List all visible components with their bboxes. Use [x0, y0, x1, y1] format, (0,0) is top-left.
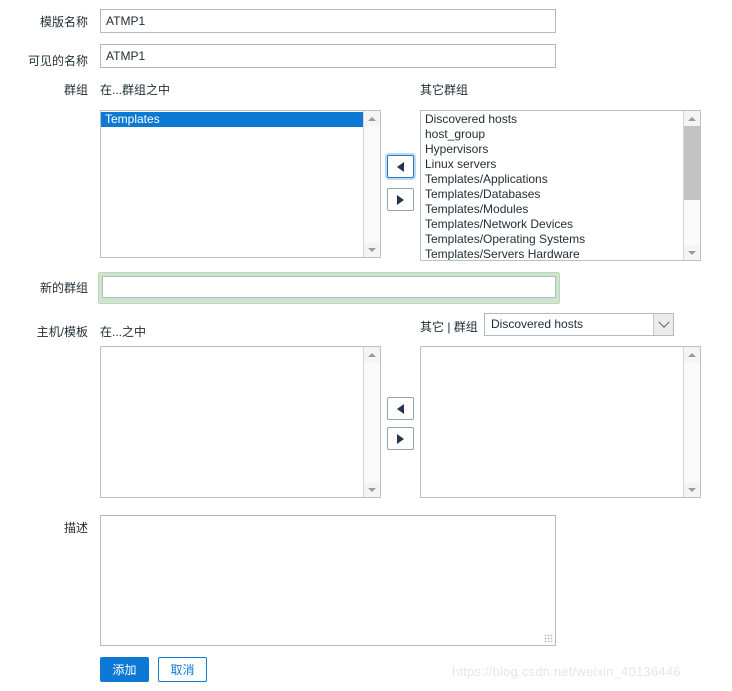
host-templates-group-select-value: Discovered hosts — [491, 317, 584, 331]
host-templates-move-left-button[interactable] — [387, 397, 414, 420]
description-textarea-value — [101, 516, 555, 522]
list-item[interactable]: Hypervisors — [421, 142, 683, 157]
list-item[interactable]: Templates/Operating Systems — [421, 232, 683, 247]
description-label: 描述 — [63, 521, 88, 535]
scroll-down-icon[interactable] — [684, 482, 700, 497]
new-group-field-wrapper — [98, 272, 560, 304]
scroll-track[interactable] — [684, 362, 700, 482]
scroll-down-icon[interactable] — [364, 482, 380, 497]
scroll-thumb[interactable] — [684, 126, 700, 200]
host-templates-move-right-button[interactable] — [387, 427, 414, 450]
new-group-label: 新的群组 — [39, 281, 88, 295]
list-item[interactable]: Linux servers — [421, 157, 683, 172]
list-item[interactable]: Templates/Databases — [421, 187, 683, 202]
resize-grip-icon[interactable] — [544, 634, 553, 643]
scroll-track[interactable] — [684, 126, 700, 245]
template-name-input[interactable]: ATMP1 — [100, 9, 556, 33]
other-groups-label: 其它群组 — [420, 83, 469, 97]
scroll-track[interactable] — [364, 362, 380, 482]
in-groups-scrollbar[interactable] — [363, 111, 380, 257]
in-groups-listbox[interactable]: Templates — [100, 110, 381, 258]
triangle-right-icon — [397, 194, 404, 205]
in-groups-label: 在...群组之中 — [100, 83, 171, 97]
host-templates-group-select[interactable]: Discovered hosts — [484, 313, 674, 336]
chevron-down-icon[interactable] — [653, 314, 673, 335]
list-item[interactable]: host_group — [421, 127, 683, 142]
groups-label: 群组 — [63, 83, 88, 97]
host-templates-label: 主机/模板 — [36, 325, 88, 339]
new-group-input[interactable] — [102, 276, 556, 298]
triangle-left-icon — [397, 403, 404, 414]
host-templates-other-label: 其它 | 群组 — [420, 320, 478, 334]
list-item[interactable]: Templates — [101, 112, 363, 127]
visible-name-input[interactable]: ATMP1 — [100, 44, 556, 68]
other-groups-scrollbar[interactable] — [683, 111, 700, 260]
submit-button[interactable]: 添加 — [100, 657, 149, 682]
scroll-down-icon[interactable] — [364, 242, 380, 257]
scroll-up-icon[interactable] — [364, 111, 380, 126]
list-item[interactable]: Templates/Applications — [421, 172, 683, 187]
template-create-form: 模版名称 ATMP1 可见的名称 ATMP1 群组 在...群组之中 其它群组 … — [0, 0, 732, 691]
host-templates-in-scrollbar[interactable] — [363, 347, 380, 497]
visible-name-label: 可见的名称 — [27, 54, 88, 68]
scroll-up-icon[interactable] — [684, 347, 700, 362]
host-templates-in-label: 在...之中 — [100, 325, 147, 339]
scroll-track[interactable] — [364, 126, 380, 242]
watermark-text: https://blog.csdn.net/weixin_40136446 — [452, 664, 681, 679]
scroll-up-icon[interactable] — [364, 347, 380, 362]
scroll-down-icon[interactable] — [684, 245, 700, 260]
cancel-button[interactable]: 取消 — [158, 657, 207, 682]
host-templates-other-scrollbar[interactable] — [683, 347, 700, 497]
triangle-left-icon — [397, 161, 404, 172]
list-item[interactable]: Templates/Network Devices — [421, 217, 683, 232]
list-item[interactable]: Templates/Modules — [421, 202, 683, 217]
host-templates-in-listbox[interactable] — [100, 346, 381, 498]
list-item[interactable]: Discovered hosts — [421, 112, 683, 127]
description-textarea[interactable] — [100, 515, 556, 646]
template-name-label: 模版名称 — [39, 15, 88, 29]
triangle-right-icon — [397, 433, 404, 444]
in-groups-options[interactable]: Templates — [101, 111, 363, 257]
host-templates-other-options[interactable] — [421, 347, 683, 497]
other-groups-options[interactable]: Discovered hosts host_group Hypervisors … — [421, 111, 683, 260]
host-templates-in-options[interactable] — [101, 347, 363, 497]
groups-move-left-button[interactable] — [387, 155, 414, 178]
other-groups-listbox[interactable]: Discovered hosts host_group Hypervisors … — [420, 110, 701, 261]
list-item[interactable]: Templates/Servers Hardware — [421, 247, 683, 260]
host-templates-other-listbox[interactable] — [420, 346, 701, 498]
groups-move-right-button[interactable] — [387, 188, 414, 211]
scroll-up-icon[interactable] — [684, 111, 700, 126]
